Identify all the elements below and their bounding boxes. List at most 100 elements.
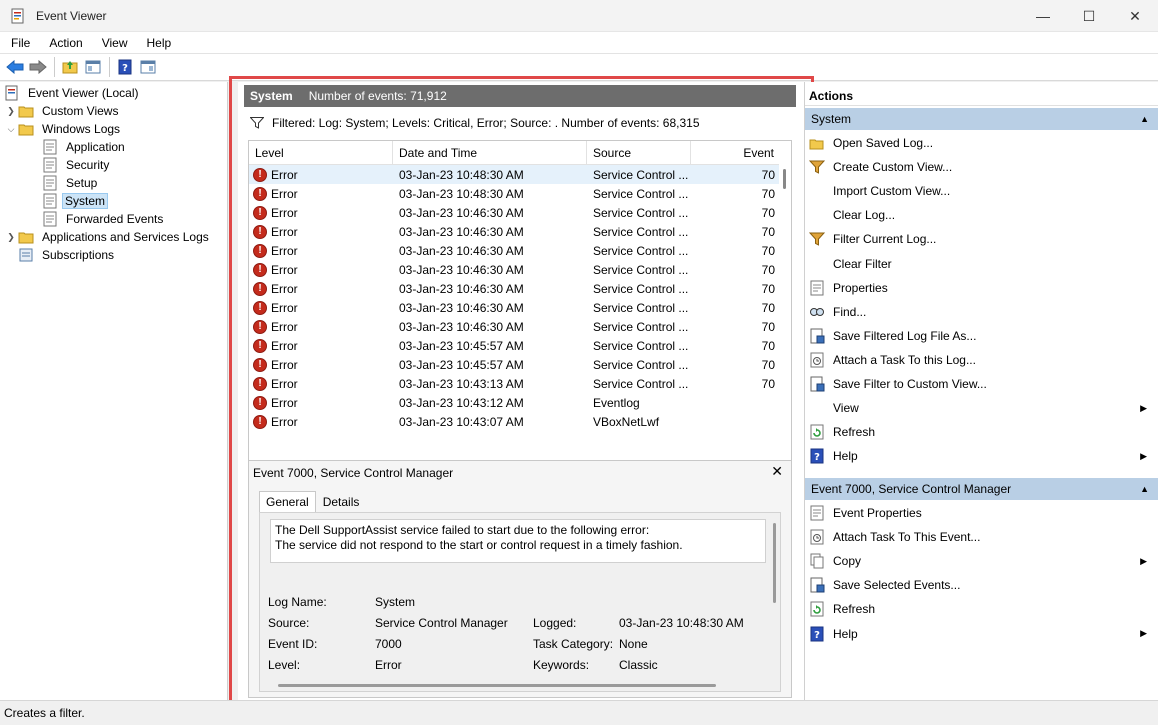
table-row[interactable]: ! Error 03-Jan-23 10:46:30 AM Service Contr… bbox=[249, 279, 779, 298]
menu-view[interactable]: View bbox=[91, 36, 136, 50]
collapse-up-icon[interactable]: ▲ bbox=[1140, 114, 1149, 124]
action-item[interactable]: Copy ▶ bbox=[805, 550, 1158, 572]
message-line: The service did not respond to the start… bbox=[275, 538, 683, 552]
scroll-thumb[interactable] bbox=[783, 169, 786, 189]
back-arrow-icon bbox=[6, 60, 24, 74]
table-row[interactable]: ! Error 03-Jan-23 10:46:30 AM Service Contr… bbox=[249, 203, 779, 222]
submenu-arrow-icon: ▶ bbox=[1140, 450, 1147, 461]
show-hide-tree-button[interactable] bbox=[82, 56, 104, 78]
action-item[interactable]: Create Custom View... bbox=[805, 156, 1158, 178]
action-item[interactable]: Event Properties bbox=[805, 502, 1158, 524]
tree-item-system[interactable]: System bbox=[42, 192, 109, 210]
table-row[interactable]: ! Error 03-Jan-23 10:46:30 AM Service Contr… bbox=[249, 317, 779, 336]
cell-level: ! Error bbox=[249, 414, 393, 429]
table-row[interactable]: ! Error 03-Jan-23 10:46:30 AM Service Contr… bbox=[249, 222, 779, 241]
event-message[interactable]: The Dell SupportAssist service failed to… bbox=[270, 519, 766, 563]
tree-item-windows-logs[interactable]: ⌵ Windows Logs bbox=[4, 120, 124, 138]
menu-file[interactable]: File bbox=[0, 36, 38, 50]
forward-button[interactable] bbox=[27, 56, 49, 78]
actions-section-event[interactable]: Event 7000, Service Control Manager ▲ bbox=[805, 478, 1158, 500]
table-row[interactable]: ! Error 03-Jan-23 10:46:30 AM Service Contr… bbox=[249, 241, 779, 260]
actions-title: Actions bbox=[805, 86, 1158, 106]
column-source[interactable]: Source bbox=[587, 141, 691, 165]
actions-section-system[interactable]: System ▲ bbox=[805, 108, 1158, 130]
menu-help[interactable]: Help bbox=[136, 36, 180, 50]
menu-action[interactable]: Action bbox=[38, 36, 90, 50]
action-item[interactable]: ? Help ▶ bbox=[805, 623, 1158, 645]
log-icon bbox=[42, 139, 58, 155]
action-item[interactable]: Filter Current Log... bbox=[805, 228, 1158, 250]
show-hide-action-pane-button[interactable] bbox=[137, 56, 159, 78]
column-date-time[interactable]: Date and Time bbox=[393, 141, 587, 165]
action-item[interactable]: Clear Filter bbox=[805, 253, 1158, 275]
blank-icon bbox=[809, 256, 825, 272]
cell-event: 70 bbox=[761, 281, 775, 296]
table-row[interactable]: ! Error 03-Jan-23 10:48:30 AM Service Contr… bbox=[249, 184, 779, 203]
vertical-scrollbar[interactable] bbox=[773, 523, 776, 603]
table-row[interactable]: ! Error 03-Jan-23 10:43:12 AM Eventlog bbox=[249, 393, 779, 412]
collapse-up-icon[interactable]: ▲ bbox=[1140, 484, 1149, 494]
action-item[interactable]: Save Selected Events... bbox=[805, 574, 1158, 596]
tab-general[interactable]: General bbox=[259, 491, 316, 513]
folder-icon bbox=[18, 103, 34, 119]
back-button[interactable] bbox=[4, 56, 26, 78]
folder-icon bbox=[18, 229, 34, 245]
action-item[interactable]: View ▶ bbox=[805, 397, 1158, 419]
level-text: Error bbox=[271, 262, 298, 277]
action-item[interactable]: Attach Task To This Event... bbox=[805, 526, 1158, 548]
tree-item-application[interactable]: Application bbox=[42, 138, 129, 156]
action-item[interactable]: Refresh bbox=[805, 421, 1158, 443]
action-item[interactable]: Find... bbox=[805, 301, 1158, 323]
action-item[interactable]: Refresh bbox=[805, 598, 1158, 620]
tree-item-custom-views[interactable]: ❯ Custom Views bbox=[4, 102, 122, 120]
maximize-button[interactable]: ☐ bbox=[1066, 0, 1112, 32]
action-item[interactable]: Save Filter to Custom View... bbox=[805, 373, 1158, 395]
close-button[interactable]: ✕ bbox=[1112, 0, 1158, 32]
action-item[interactable]: Properties bbox=[805, 277, 1158, 299]
cell-event: 70 bbox=[761, 205, 775, 220]
action-item[interactable]: Save Filtered Log File As... bbox=[805, 325, 1158, 347]
forward-arrow-icon bbox=[29, 60, 47, 74]
up-folder-button[interactable] bbox=[59, 56, 81, 78]
level-text: Error bbox=[271, 300, 298, 315]
chevron-right-icon[interactable]: ❯ bbox=[4, 232, 18, 243]
horizontal-scrollbar[interactable] bbox=[278, 684, 716, 687]
chevron-right-icon[interactable]: ❯ bbox=[4, 106, 18, 117]
level-text: Error bbox=[271, 414, 298, 429]
tree-root[interactable]: Event Viewer (Local) bbox=[4, 84, 143, 102]
action-item[interactable]: Open Saved Log... bbox=[805, 132, 1158, 154]
table-row[interactable]: ! Error 03-Jan-23 10:46:30 AM Service Contr… bbox=[249, 260, 779, 279]
table-row[interactable]: ! Error 03-Jan-23 10:48:30 AM Service Contr… bbox=[249, 165, 779, 184]
action-label: Find... bbox=[833, 304, 867, 319]
tab-details[interactable]: Details bbox=[316, 491, 367, 513]
table-row[interactable]: ! Error 03-Jan-23 10:43:07 AM VBoxNetLwf bbox=[249, 412, 779, 431]
close-icon[interactable]: ✕ bbox=[771, 463, 783, 480]
table-row[interactable]: ! Error 03-Jan-23 10:45:57 AM Service Contr… bbox=[249, 355, 779, 374]
tree-item-security[interactable]: Security bbox=[42, 156, 113, 174]
minimize-button[interactable]: — bbox=[1020, 0, 1066, 32]
column-level[interactable]: Level bbox=[249, 141, 393, 165]
status-bar: Creates a filter. bbox=[0, 700, 1158, 725]
tree-item-subscriptions[interactable]: Subscriptions bbox=[18, 246, 118, 264]
svg-text:?: ? bbox=[814, 630, 820, 641]
table-row[interactable]: ! Error 03-Jan-23 10:45:57 AM Service Contr… bbox=[249, 336, 779, 355]
event-id-value: 7000 bbox=[375, 637, 402, 651]
table-row[interactable]: ! Error 03-Jan-23 10:46:30 AM Service Contr… bbox=[249, 298, 779, 317]
tree-item-apps-services-logs[interactable]: ❯ Applications and Services Logs bbox=[4, 228, 213, 246]
table-row[interactable]: ! Error 03-Jan-23 10:43:13 AM Service Contr… bbox=[249, 374, 779, 393]
tree-item-forwarded-events[interactable]: Forwarded Events bbox=[42, 210, 167, 228]
chevron-down-icon[interactable]: ⌵ bbox=[4, 124, 18, 135]
cell-date-time: 03-Jan-23 10:46:30 AM bbox=[399, 205, 524, 220]
tree-item-setup[interactable]: Setup bbox=[42, 174, 101, 192]
action-item[interactable]: Clear Log... bbox=[805, 204, 1158, 226]
column-event[interactable]: Event bbox=[691, 141, 783, 165]
cell-date-time: 03-Jan-23 10:46:30 AM bbox=[399, 319, 524, 334]
action-item[interactable]: Import Custom View... bbox=[805, 180, 1158, 202]
action-label: Open Saved Log... bbox=[833, 136, 934, 150]
action-item[interactable]: ? Help ▶ bbox=[805, 445, 1158, 467]
action-item[interactable]: Attach a Task To this Log... bbox=[805, 349, 1158, 371]
help-button[interactable]: ? bbox=[114, 56, 136, 78]
error-icon: ! bbox=[253, 167, 267, 182]
cell-date-time: 03-Jan-23 10:46:30 AM bbox=[399, 300, 524, 315]
error-icon: ! bbox=[253, 414, 267, 429]
